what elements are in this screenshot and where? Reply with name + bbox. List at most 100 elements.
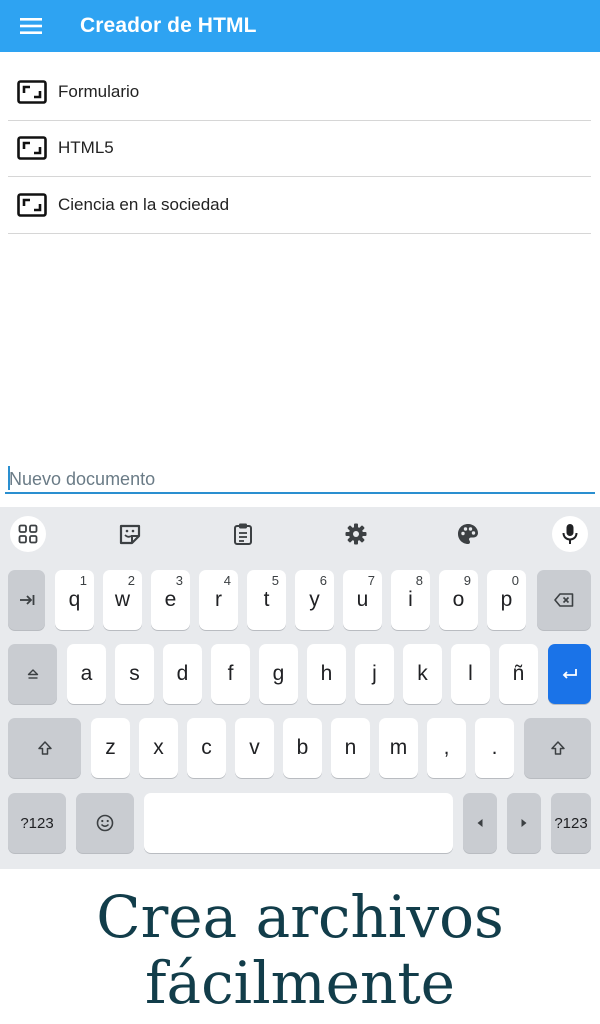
symbols-key-left[interactable]: ?123	[8, 793, 66, 853]
key-comma[interactable]: ,	[427, 718, 466, 778]
key-label: c	[201, 736, 212, 759]
voice-input-button[interactable]	[552, 516, 588, 552]
key-label: .	[491, 736, 498, 759]
theme-button[interactable]	[450, 516, 486, 552]
symbols-key-right[interactable]: ?123	[551, 793, 591, 853]
cursor-right-key[interactable]	[507, 793, 541, 853]
settings-button[interactable]	[338, 516, 374, 552]
key-b[interactable]: b	[283, 718, 322, 778]
key-t[interactable]: 5t	[247, 570, 286, 630]
document-list: Formulario HTML5 Ciencia en la sociedad	[8, 64, 591, 234]
list-item-formulario[interactable]: Formulario	[8, 64, 591, 121]
key-label: e	[164, 588, 177, 611]
key-d[interactable]: d	[163, 644, 202, 704]
theme-palette-icon	[458, 524, 478, 544]
emoji-icon	[96, 814, 114, 832]
key-label: y	[309, 588, 320, 611]
document-frame-icon	[16, 135, 48, 161]
key-label: q	[68, 588, 81, 611]
apps-grid-button[interactable]	[10, 516, 46, 552]
key-p[interactable]: 0p	[487, 570, 526, 630]
key-n[interactable]: n	[331, 718, 370, 778]
key-c[interactable]: c	[187, 718, 226, 778]
key-hint: 7	[367, 573, 375, 588]
list-item-label: HTML5	[58, 138, 114, 158]
key-label: a	[80, 662, 93, 685]
key-x[interactable]: x	[139, 718, 178, 778]
menu-button[interactable]	[0, 0, 62, 52]
key-label: l	[468, 662, 473, 685]
key-j[interactable]: j	[355, 644, 394, 704]
key-hint: 5	[271, 573, 279, 588]
key-m[interactable]: m	[379, 718, 418, 778]
key-label: n	[344, 736, 357, 759]
key-label: w	[114, 588, 131, 611]
key-a[interactable]: a	[67, 644, 106, 704]
app-bar: Creador de HTML	[0, 0, 600, 52]
space-key[interactable]	[144, 793, 453, 853]
list-item-ciencia[interactable]: Ciencia en la sociedad	[8, 177, 591, 234]
key-period[interactable]: .	[475, 718, 514, 778]
key-label: f	[227, 662, 234, 685]
key-hint: 6	[319, 573, 327, 588]
key-s[interactable]: s	[115, 644, 154, 704]
key-label: b	[296, 736, 309, 759]
key-z[interactable]: z	[91, 718, 130, 778]
shift-key-left[interactable]	[8, 718, 81, 778]
key-l[interactable]: l	[451, 644, 490, 704]
microphone-icon	[562, 524, 578, 544]
key-enye[interactable]: ñ	[499, 644, 538, 704]
tab-key[interactable]	[8, 570, 45, 630]
list-item-label: Ciencia en la sociedad	[58, 194, 230, 214]
key-h[interactable]: h	[307, 644, 346, 704]
key-hint: 8	[415, 573, 423, 588]
key-label: r	[215, 588, 222, 611]
backspace-key[interactable]	[537, 570, 591, 630]
shift-arrow-icon	[37, 741, 52, 755]
promo-line-2: fácilmente	[145, 949, 455, 1017]
key-k[interactable]: k	[403, 644, 442, 704]
key-label: d	[176, 662, 189, 685]
document-frame-icon	[16, 79, 48, 105]
enter-arrow-icon	[562, 669, 577, 679]
app-title: Creador de HTML	[80, 14, 257, 37]
key-u[interactable]: 7u	[343, 570, 382, 630]
key-label: u	[356, 588, 369, 611]
enter-key[interactable]	[548, 644, 591, 704]
key-f[interactable]: f	[211, 644, 250, 704]
key-label: v	[249, 736, 260, 759]
key-label: k	[417, 662, 428, 685]
key-label: ?123	[554, 814, 588, 832]
caps-lock-icon	[27, 669, 38, 679]
key-label: j	[372, 662, 377, 685]
key-hint: 2	[127, 573, 135, 588]
key-e[interactable]: 3e	[151, 570, 190, 630]
emoji-key[interactable]	[76, 793, 134, 853]
new-document-input[interactable]	[5, 464, 595, 490]
key-g[interactable]: g	[259, 644, 298, 704]
key-y[interactable]: 6y	[295, 570, 334, 630]
arrow-right-icon	[521, 819, 527, 827]
shift-lock-key[interactable]	[8, 644, 57, 704]
key-o[interactable]: 9o	[439, 570, 478, 630]
clipboard-button[interactable]	[225, 516, 261, 552]
document-frame-icon	[16, 192, 48, 218]
sticker-icon	[119, 524, 141, 545]
arrow-left-icon	[477, 819, 483, 827]
key-q[interactable]: 1q	[55, 570, 94, 630]
key-label: ?123	[20, 814, 54, 832]
key-r[interactable]: 4r	[199, 570, 238, 630]
shift-key-right[interactable]	[524, 718, 591, 778]
promo-line-1: Crea archivos	[96, 883, 504, 951]
apps-grid-icon	[18, 524, 38, 544]
keyboard-toolbar	[0, 507, 600, 561]
cursor-left-key[interactable]	[463, 793, 497, 853]
key-i[interactable]: 8i	[391, 570, 430, 630]
key-w[interactable]: 2w	[103, 570, 142, 630]
text-cursor	[8, 466, 10, 490]
key-v[interactable]: v	[235, 718, 274, 778]
sticker-button[interactable]	[112, 516, 148, 552]
key-hint: 4	[223, 573, 231, 588]
key-label: ñ	[512, 662, 525, 685]
list-item-html5[interactable]: HTML5	[8, 121, 591, 177]
